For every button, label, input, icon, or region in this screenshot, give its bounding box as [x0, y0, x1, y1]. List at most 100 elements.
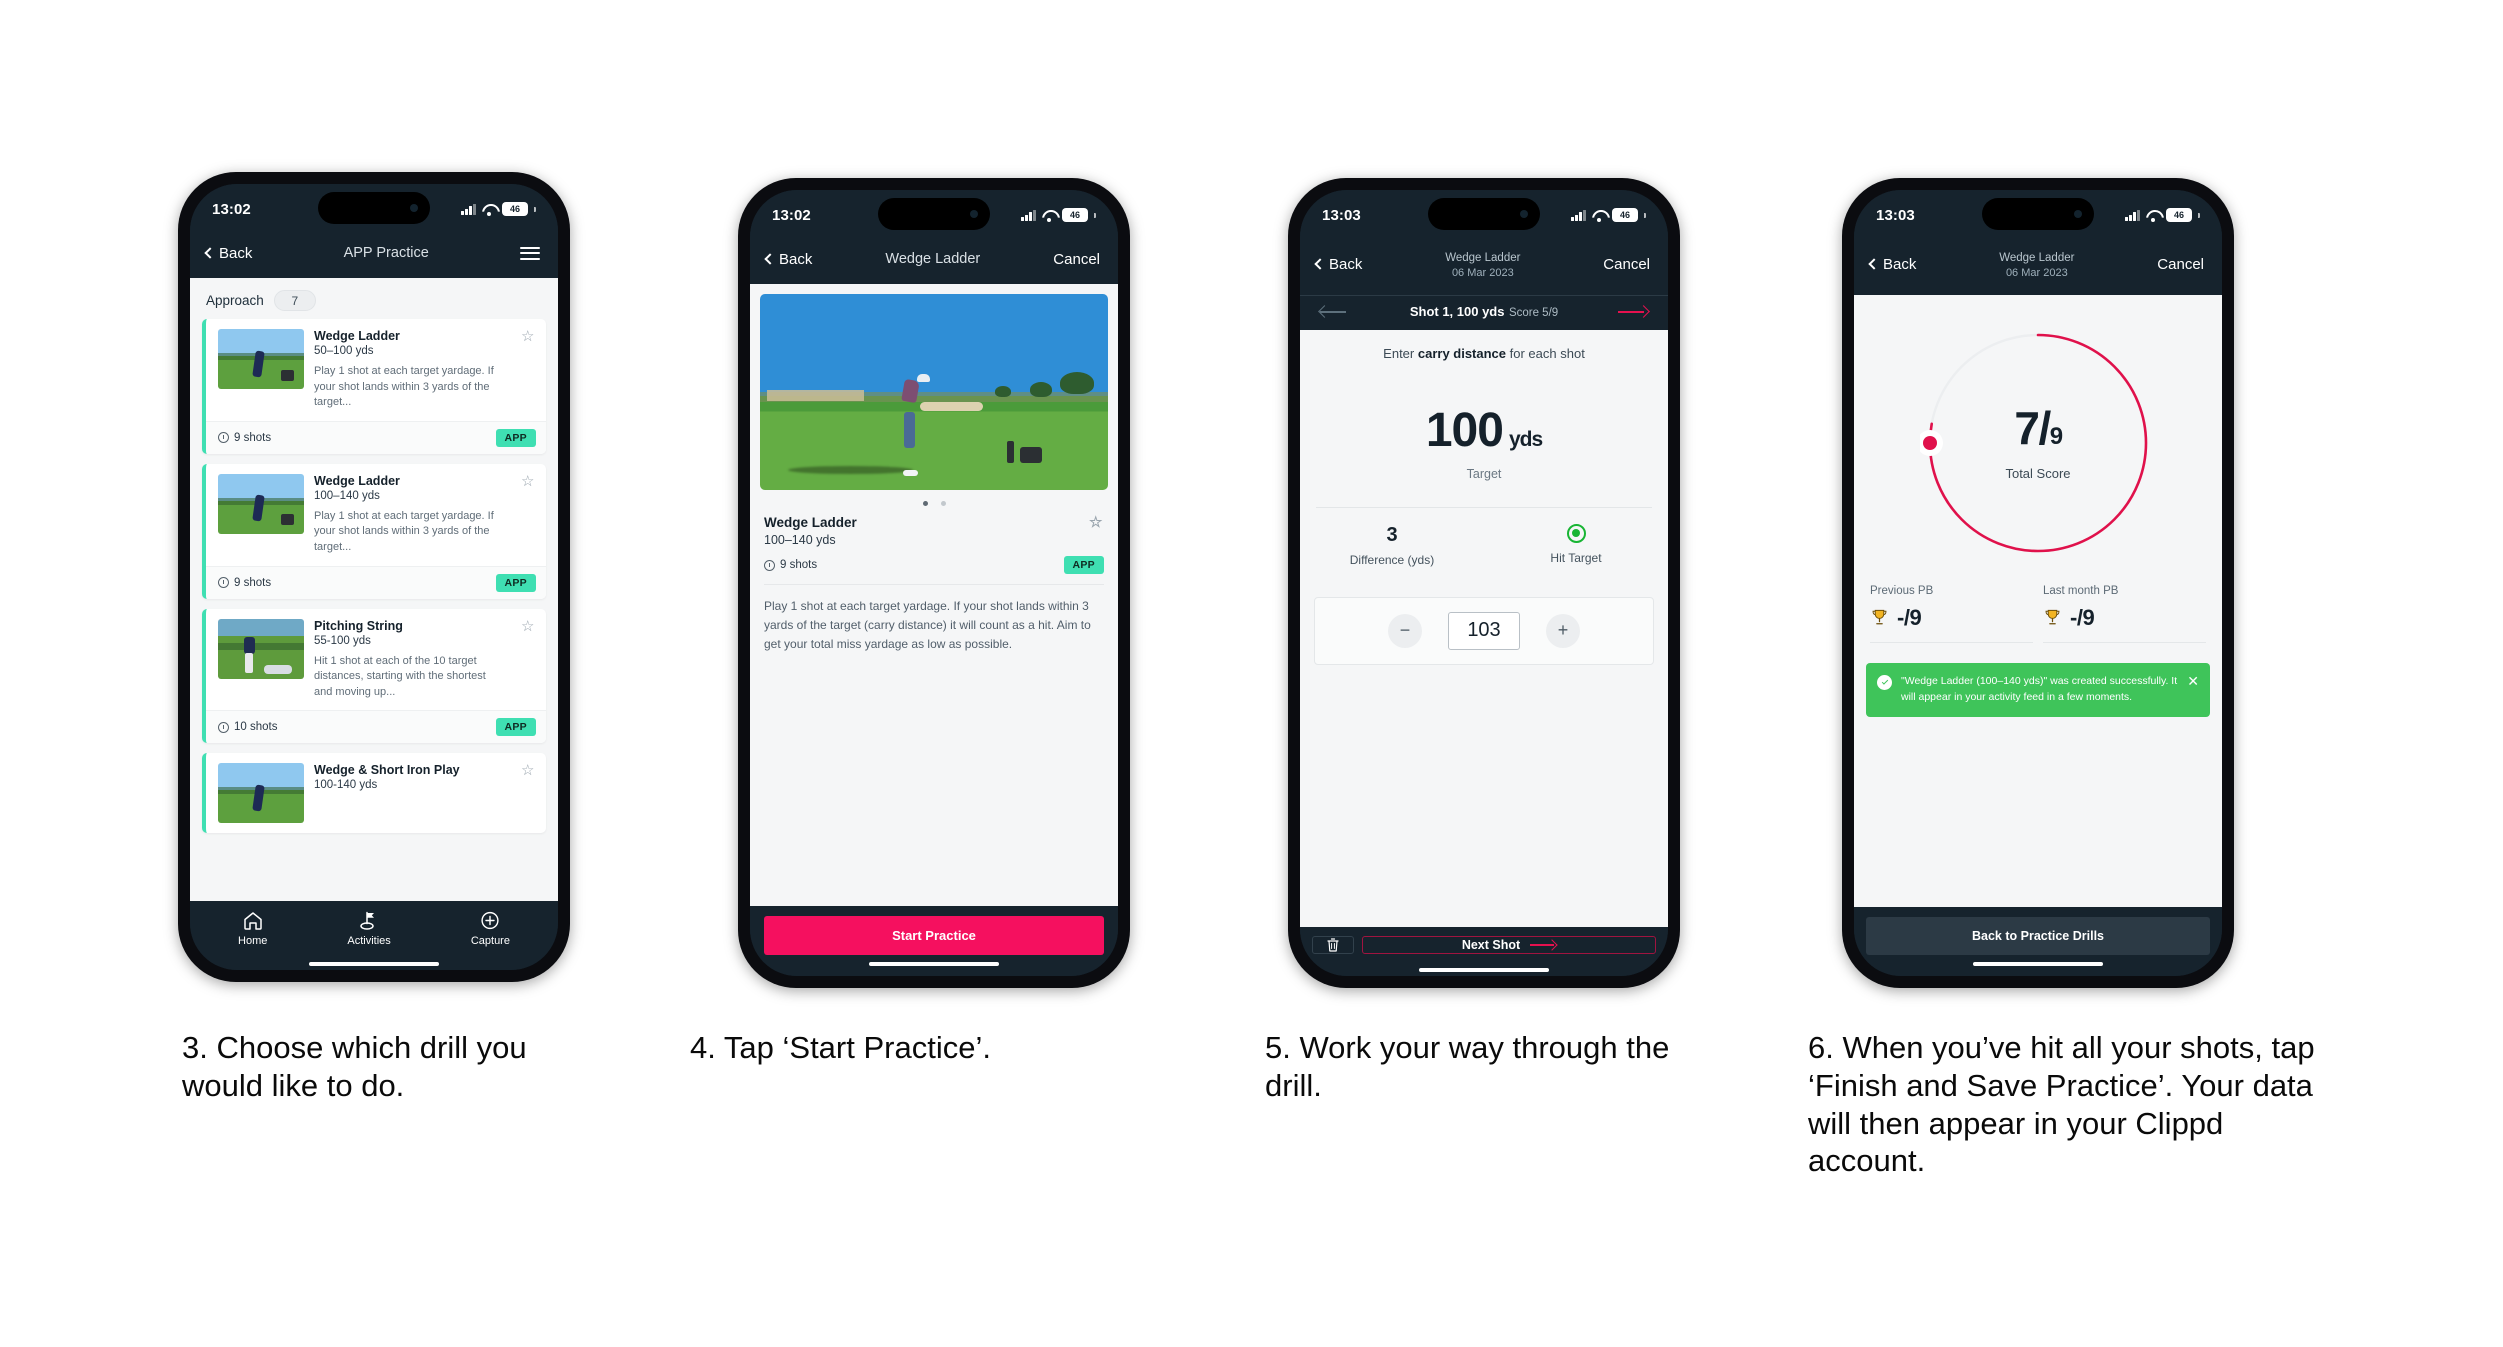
- drill-detail-range: 100–140 yds: [764, 533, 836, 547]
- chevron-left-icon: [1868, 258, 1880, 271]
- drill-title: Wedge Ladder: [314, 329, 400, 343]
- previous-pb-block: Previous PB -/9: [1870, 585, 2033, 643]
- drill-detail-description: Play 1 shot at each target yardage. If y…: [764, 599, 1091, 652]
- favourite-star-icon[interactable]: ☆: [521, 763, 536, 778]
- drill-range: 50–100 yds: [314, 345, 374, 357]
- back-button[interactable]: Back: [1868, 255, 1917, 273]
- cancel-button[interactable]: Cancel: [1053, 251, 1100, 268]
- category-count-badge: 7: [273, 290, 316, 311]
- battery-icon: 46: [1062, 208, 1088, 222]
- previous-pb-value-row: -/9: [1870, 605, 2033, 643]
- dynamic-island: [878, 198, 990, 230]
- back-label: Back: [1883, 255, 1917, 273]
- drill-card-body: Wedge & Short Iron Play 100-140 yds ☆: [206, 753, 546, 833]
- shot-count-label: 9 shots: [234, 431, 272, 444]
- tab-capture-label: Capture: [470, 935, 510, 947]
- tab-activities-label: Activities: [347, 935, 391, 947]
- favourite-star-icon[interactable]: ☆: [521, 474, 536, 489]
- player-shoe-icon: [902, 470, 918, 477]
- status-indicators: 46: [1571, 208, 1646, 222]
- last-month-pb-value: -/9: [2070, 604, 2095, 630]
- start-practice-button[interactable]: Start Practice: [764, 916, 1104, 955]
- drill-title: Wedge Ladder: [314, 473, 400, 488]
- home-indicator[interactable]: [869, 962, 999, 966]
- home-indicator[interactable]: [309, 962, 439, 966]
- back-button[interactable]: Back: [1314, 256, 1362, 273]
- drill-thumbnail: [218, 329, 304, 389]
- drill-range: 100–140 yds: [314, 489, 380, 502]
- target-unit: yds: [1508, 427, 1543, 451]
- carry-distance-stepper: − 103 +: [1314, 596, 1654, 665]
- personal-best-row: Previous PB -/9 Last month PB -/9: [1854, 561, 2222, 643]
- player-shadow-decor: [787, 466, 914, 475]
- home-icon: [243, 912, 262, 930]
- drill-description: Play 1 shot at each target yardage. If y…: [314, 509, 494, 554]
- battery-nub-icon: [1644, 212, 1646, 218]
- home-indicator[interactable]: [1973, 962, 2103, 966]
- tab-capture[interactable]: Capture: [471, 911, 510, 947]
- tree-icon: [1060, 372, 1095, 395]
- hamburger-icon[interactable]: [520, 243, 540, 263]
- shot-info: Shot 1, 100 yds Score 5/9: [1350, 303, 1618, 321]
- home-indicator-area-3: [1300, 961, 1668, 976]
- drill-card-list: Wedge Ladder 50–100 yds Play 1 shot at e…: [190, 319, 558, 834]
- carry-distance-input[interactable]: 103: [1448, 611, 1520, 650]
- hit-target-caption: Hit Target: [1550, 550, 1602, 565]
- step-caption-4: 4. Tap ‘Start Practice’.: [690, 1030, 991, 1065]
- front-camera-icon: [410, 204, 418, 212]
- ball-basket-icon: [280, 369, 294, 381]
- drill-card-text: Pitching String 55-100 yds Hit 1 shot at…: [314, 619, 507, 701]
- phone-mockup-4: 13:03 46 Back Wedge Ladder 06 Mar 2023 C…: [1842, 178, 2234, 988]
- shot-count: 9 shots: [764, 559, 817, 571]
- favourite-star-icon[interactable]: ☆: [1089, 515, 1104, 530]
- shot-count-label: 10 shots: [234, 721, 278, 734]
- front-camera-icon: [2074, 210, 2082, 218]
- cancel-button[interactable]: Cancel: [2157, 256, 2204, 273]
- decrement-button[interactable]: −: [1388, 613, 1422, 648]
- drill-card[interactable]: Wedge & Short Iron Play 100-140 yds ☆: [202, 753, 546, 834]
- drill-card[interactable]: Wedge Ladder 50–100 yds Play 1 shot at e…: [202, 319, 546, 454]
- carousel-dot[interactable]: [940, 501, 946, 506]
- total-score-value: 7/9: [2014, 405, 2063, 451]
- carousel-dot-active[interactable]: [922, 501, 928, 506]
- target-value-row: 100 yds: [1300, 403, 1668, 458]
- favourite-star-icon[interactable]: ☆: [521, 619, 536, 634]
- target-value: 100: [1425, 403, 1504, 457]
- back-label: Back: [219, 244, 253, 262]
- last-month-pb-caption: Last month PB: [2043, 584, 2119, 597]
- wifi-icon: [1042, 210, 1056, 222]
- player-cap-icon: [916, 374, 930, 383]
- clock-icon: [218, 577, 229, 589]
- favourite-star-icon[interactable]: ☆: [521, 329, 536, 344]
- back-to-practice-drills-button[interactable]: Back to Practice Drills: [1866, 917, 2210, 955]
- page-subtitle-date: 06 Mar 2023: [1451, 267, 1514, 280]
- cancel-button[interactable]: Cancel: [1603, 256, 1650, 273]
- back-button[interactable]: Back: [204, 244, 253, 262]
- alignment-post-icon: [1007, 440, 1015, 463]
- score-ring-chart: 7/9 Total Score: [1920, 325, 2156, 561]
- fence-decor: [766, 390, 865, 402]
- tab-home[interactable]: Home: [238, 911, 267, 947]
- chevron-left-icon: [764, 253, 776, 265]
- drill-card-footer: 9 shots APP: [206, 565, 546, 599]
- delete-shot-button[interactable]: [1312, 936, 1354, 954]
- increment-button[interactable]: +: [1546, 613, 1580, 648]
- tab-activities[interactable]: Activities: [347, 911, 391, 947]
- status-indicators: 46: [461, 202, 536, 216]
- battery-icon: 46: [1612, 208, 1638, 222]
- back-button[interactable]: Back: [764, 251, 812, 268]
- next-shot-arrow-icon[interactable]: [1618, 305, 1650, 319]
- drill-detail-title: Wedge Ladder: [764, 515, 857, 530]
- drill-card[interactable]: Wedge Ladder 100–140 yds Play 1 shot at …: [202, 463, 546, 599]
- bunker-decor: [920, 401, 983, 411]
- carousel-dots[interactable]: [750, 490, 1118, 515]
- drill-description: Play 1 shot at each target yardage. If y…: [314, 365, 494, 409]
- close-icon[interactable]: ✕: [2187, 674, 2199, 688]
- cta-area-2: Start Practice: [750, 906, 1118, 976]
- next-shot-button[interactable]: Next Shot: [1362, 936, 1656, 954]
- shot-count-label: 9 shots: [780, 559, 818, 571]
- home-indicator[interactable]: [1419, 968, 1549, 972]
- previous-shot-arrow-icon[interactable]: [1318, 305, 1350, 319]
- player-legs-icon: [904, 411, 916, 448]
- drill-card[interactable]: Pitching String 55-100 yds Hit 1 shot at…: [202, 608, 546, 744]
